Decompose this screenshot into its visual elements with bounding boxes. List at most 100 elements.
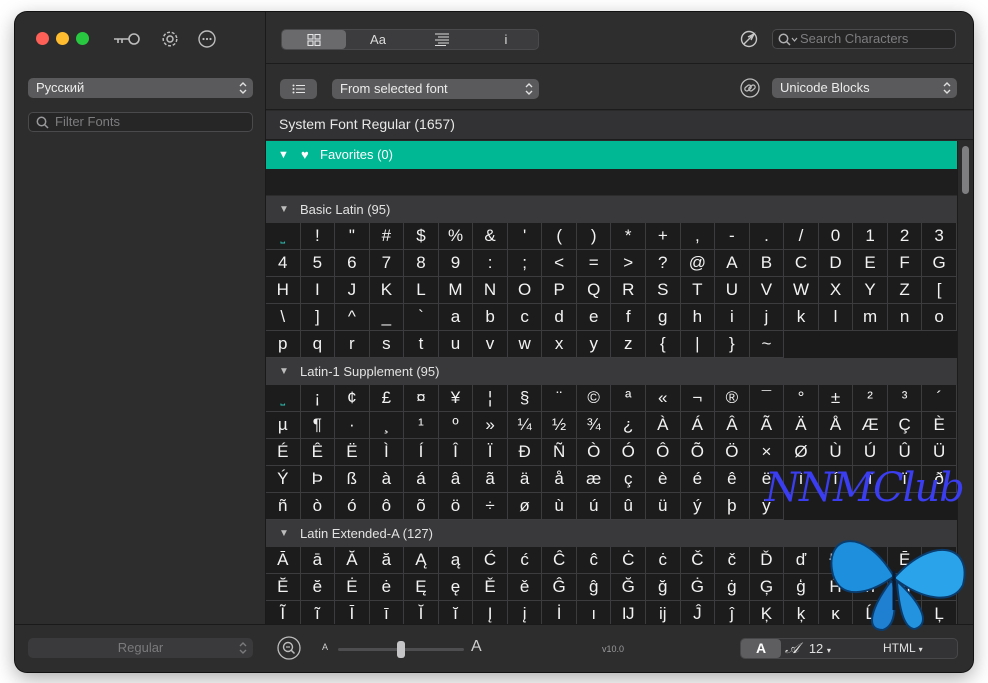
character-cell[interactable]: Ö: [715, 439, 750, 466]
search-characters-input[interactable]: Search Characters: [772, 29, 956, 49]
character-cell[interactable]: Û: [887, 439, 923, 466]
character-cell[interactable]: ': [507, 223, 543, 250]
character-cell[interactable]: Ĝ: [542, 574, 577, 601]
character-cell[interactable]: l: [818, 304, 854, 331]
character-cell[interactable]: &: [473, 223, 508, 250]
character-cell[interactable]: X: [818, 277, 854, 304]
character-cell[interactable]: ë: [749, 466, 785, 493]
zoom-icon[interactable]: [277, 636, 301, 660]
character-cell[interactable]: Y: [853, 277, 888, 304]
character-cell[interactable]: V: [749, 277, 785, 304]
character-cell[interactable]: Ĕ: [266, 574, 301, 601]
character-cell[interactable]: Ñ: [542, 439, 577, 466]
character-cell[interactable]: ă: [369, 547, 405, 574]
character-cell[interactable]: ê: [715, 466, 750, 493]
disclosure-triangle-icon[interactable]: ▼: [279, 520, 289, 547]
character-cell[interactable]: }: [715, 331, 750, 358]
character-cell[interactable]: m: [853, 304, 888, 331]
character-cell[interactable]: ®: [715, 385, 750, 412]
character-cell[interactable]: +: [646, 223, 681, 250]
language-select[interactable]: Русский: [28, 78, 253, 98]
character-cell[interactable]: ė: [369, 574, 405, 601]
character-cell[interactable]: ï: [887, 466, 923, 493]
character-cell[interactable]: ¤: [404, 385, 439, 412]
character-cell[interactable]: F: [887, 250, 923, 277]
character-cell[interactable]: ú: [576, 493, 612, 520]
character-cell[interactable]: č: [715, 547, 750, 574]
character-cell[interactable]: ¯: [749, 385, 785, 412]
character-cell[interactable]: å: [542, 466, 577, 493]
character-cell[interactable]: 6: [335, 250, 370, 277]
more-options-icon[interactable]: [196, 29, 218, 49]
character-cell[interactable]: [: [922, 277, 957, 304]
character-cell[interactable]: Ë: [335, 439, 370, 466]
disclosure-triangle-icon[interactable]: ▼: [278, 141, 289, 169]
character-cell[interactable]: h: [680, 304, 716, 331]
character-cell[interactable]: Ä: [784, 412, 819, 439]
tab-info[interactable]: i: [474, 30, 538, 49]
character-cell[interactable]: À: [646, 412, 681, 439]
character-cell[interactable]: c: [507, 304, 543, 331]
character-cell[interactable]: |: [680, 331, 716, 358]
font-size-slider-knob[interactable]: [397, 641, 405, 658]
character-cell[interactable]: ĥ: [853, 574, 888, 601]
character-cell[interactable]: ·: [335, 412, 370, 439]
character-cell[interactable]: Ć: [473, 547, 508, 574]
character-cell[interactable]: Ã: [749, 412, 785, 439]
character-cell[interactable]: w: [507, 331, 543, 358]
character-cell[interactable]: p: [266, 331, 301, 358]
character-cell[interactable]: <: [542, 250, 577, 277]
character-cell[interactable]: ć: [507, 547, 543, 574]
character-cell[interactable]: Ĉ: [542, 547, 577, 574]
character-cell[interactable]: $: [404, 223, 439, 250]
character-cell[interactable]: f: [611, 304, 647, 331]
character-cell[interactable]: µ: [266, 412, 301, 439]
character-cell[interactable]: Ý: [266, 466, 301, 493]
character-cell[interactable]: ý: [680, 493, 716, 520]
character-cell[interactable]: Ĭ: [404, 601, 439, 624]
character-cell[interactable]: û: [611, 493, 647, 520]
character-cell[interactable]: õ: [404, 493, 439, 520]
character-source-select[interactable]: From selected font: [332, 79, 539, 99]
character-cell[interactable]: ×: [749, 439, 785, 466]
character-cell[interactable]: ]: [300, 304, 336, 331]
character-cell[interactable]: £: [369, 385, 405, 412]
character-cell[interactable]: E: [853, 250, 888, 277]
gear-icon[interactable]: [159, 29, 181, 49]
character-cell[interactable]: v: [473, 331, 508, 358]
character-cell[interactable]: a: [438, 304, 474, 331]
favorites-section-header[interactable]: ▼ ♥ Favorites (0): [266, 141, 957, 169]
character-cell[interactable]: ā: [300, 547, 336, 574]
character-cell[interactable]: ©: [576, 385, 612, 412]
list-toggle-button[interactable]: [280, 79, 317, 99]
character-cell[interactable]: Ĩ: [266, 601, 301, 624]
character-cell[interactable]: È: [922, 412, 957, 439]
character-cell[interactable]: ą: [438, 547, 474, 574]
scrollbar-thumb[interactable]: [962, 146, 969, 194]
character-cell[interactable]: i: [715, 304, 750, 331]
character-cell[interactable]: Ġ: [680, 574, 716, 601]
character-cell[interactable]: n: [887, 304, 923, 331]
character-cell[interactable]: »: [473, 412, 508, 439]
character-cell[interactable]: ¡: [300, 385, 336, 412]
character-cell[interactable]: ¾: [576, 412, 612, 439]
character-cell[interactable]: ġ: [715, 574, 750, 601]
character-cell[interactable]: Đ: [818, 547, 854, 574]
character-cell[interactable]: 8: [404, 250, 439, 277]
character-cell[interactable]: ç: [611, 466, 647, 493]
character-cell[interactable]: Ą: [404, 547, 439, 574]
character-cell[interactable]: ĺ: [887, 601, 923, 624]
character-cell[interactable]: b: [473, 304, 508, 331]
unicode-blocks-select[interactable]: Unicode Blocks: [772, 78, 957, 98]
character-cell[interactable]: *: [611, 223, 647, 250]
character-cell[interactable]: ¢: [335, 385, 370, 412]
character-cell[interactable]: 0: [818, 223, 854, 250]
section-header[interactable]: ▼ Latin-1 Supplement (95): [266, 358, 957, 385]
character-cell[interactable]: %: [438, 223, 474, 250]
character-cell[interactable]: ¦: [473, 385, 508, 412]
character-cell[interactable]: Ę: [404, 574, 439, 601]
character-cell[interactable]: İ: [542, 601, 577, 624]
character-cell[interactable]: z: [611, 331, 647, 358]
character-cell[interactable]: Į: [473, 601, 508, 624]
format-type-button[interactable]: HTML ▾: [883, 639, 923, 658]
